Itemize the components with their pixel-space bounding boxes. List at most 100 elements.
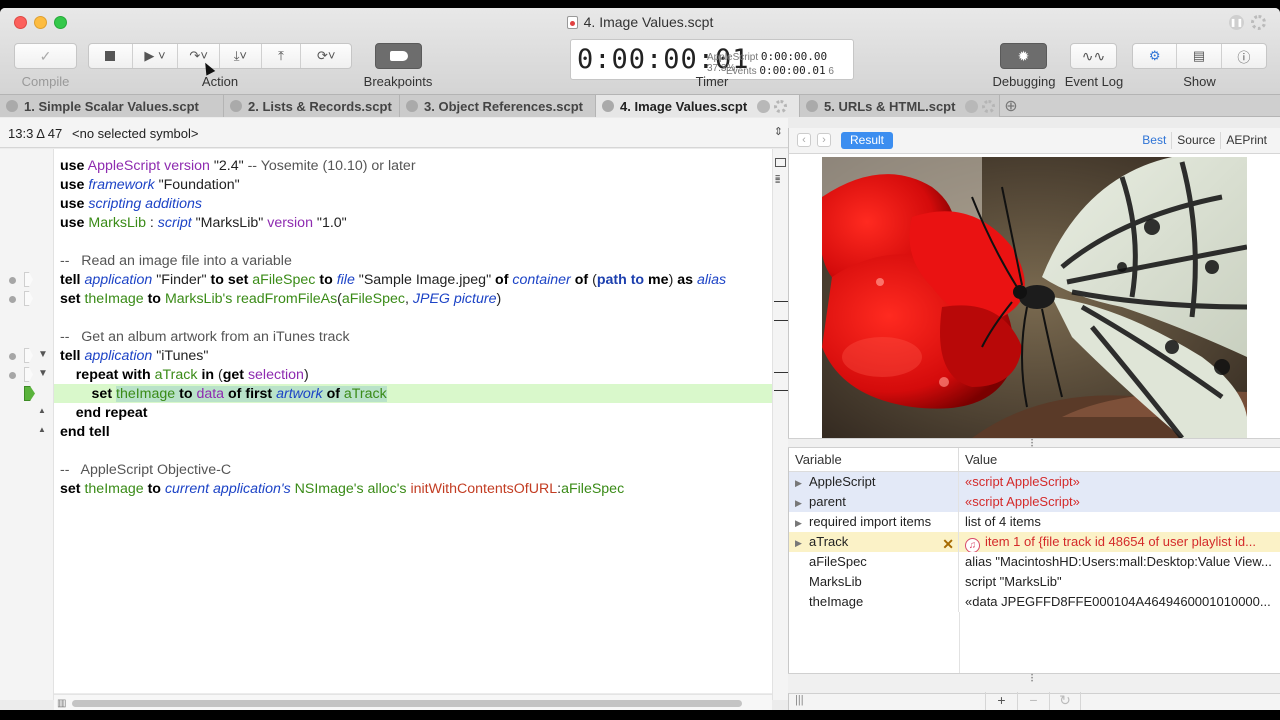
- tab-close-icon[interactable]: [406, 100, 418, 112]
- code-token: aFileSpec: [341, 291, 405, 307]
- view-mode-best[interactable]: Best: [1137, 132, 1171, 149]
- tab-close-icon[interactable]: [602, 100, 614, 112]
- value-column-header[interactable]: Value: [959, 448, 997, 471]
- outline-icon[interactable]: ≡ ≡: [775, 173, 786, 186]
- code-line[interactable]: repeat with aTrack in (get selection): [60, 366, 309, 385]
- tab-lists-records[interactable]: 2. Lists & Records.scpt: [224, 95, 400, 117]
- code-line[interactable]: set theImage to MarksLib's readFromFileA…: [60, 290, 501, 309]
- new-tab-button[interactable]: ⊕: [1000, 95, 1022, 117]
- unwatch-icon[interactable]: ✕: [942, 534, 954, 554]
- code-line[interactable]: use MarksLib : script "MarksLib" version…: [60, 214, 347, 233]
- result-tab-button[interactable]: Result: [841, 132, 894, 149]
- split-view-icon[interactable]: [775, 158, 786, 167]
- fold-disclosure-icon[interactable]: ▼: [38, 349, 48, 360]
- tab-close-icon[interactable]: [230, 100, 242, 112]
- breakpoint-slot[interactable]: [24, 348, 33, 363]
- show-library-button[interactable]: ▤: [1177, 44, 1222, 68]
- document-tab-bar: 1. Simple Scalar Values.scpt 2. Lists & …: [0, 95, 1280, 117]
- code-token: of: [574, 272, 589, 288]
- tab-close-icon[interactable]: [6, 100, 18, 112]
- step-out-button[interactable]: ⤒: [262, 44, 302, 68]
- tab-close-icon[interactable]: [806, 100, 818, 112]
- columns-icon[interactable]: |||: [795, 694, 804, 706]
- remove-variable-button[interactable]: −: [1017, 692, 1049, 710]
- panel-splitter[interactable]: • • •: [788, 673, 1280, 693]
- variable-row[interactable]: ▶ AppleScript «script AppleScript»: [789, 472, 1280, 492]
- step-into-button[interactable]: ⤓˅: [220, 44, 262, 68]
- code-line[interactable]: use scripting additions: [60, 195, 202, 214]
- scrollbar-knob[interactable]: [72, 700, 742, 707]
- repeat-button[interactable]: ⟳˅: [301, 44, 351, 68]
- event-log-button[interactable]: ∿∿: [1070, 43, 1117, 69]
- variable-row[interactable]: ▶ aTrack ✕ ♫ item 1 of {file track id 48654 …: [789, 532, 1280, 552]
- code-token: of first: [224, 386, 277, 402]
- show-settings-button[interactable]: ⚙: [1133, 44, 1178, 68]
- code-line[interactable]: end repeat: [60, 404, 148, 423]
- panel-splitter[interactable]: • • •: [788, 438, 1280, 450]
- editor-overview-ruler[interactable]: ≡ ≡: [772, 149, 788, 700]
- code-line[interactable]: tell application "iTunes": [60, 347, 208, 366]
- tab-label: 3. Object References.scpt: [424, 98, 583, 114]
- horizontal-scrollbar[interactable]: ▥: [54, 694, 772, 710]
- updown-chevron-icon[interactable]: ⇕: [774, 125, 783, 138]
- variable-row[interactable]: aFileSpec alias "MacintoshHD:Users:mall:D…: [789, 552, 1280, 572]
- back-arrow-icon[interactable]: ‹: [797, 133, 811, 147]
- forward-arrow-icon[interactable]: ›: [817, 133, 831, 147]
- pause-icon[interactable]: [757, 99, 771, 113]
- variable-name-cell: ▶ required import items: [789, 512, 959, 532]
- code-token: -- Yosemite (10.10) or later: [247, 158, 416, 174]
- code-line[interactable]: -- Get an album artwork from an iTunes t…: [60, 328, 350, 347]
- code-line[interactable]: set theImage to current application's NS…: [60, 480, 624, 499]
- run-button[interactable]: ▶ ˅: [133, 44, 179, 68]
- disclosure-triangle-icon[interactable]: ▶: [795, 473, 809, 493]
- debugging-button[interactable]: ✹: [1000, 43, 1047, 69]
- script-editor[interactable]: use AppleScript version "2.4" -- Yosemit…: [54, 149, 772, 693]
- code-line[interactable]: tell application "Finder" to set aFileSp…: [60, 271, 726, 290]
- fold-disclosure-icon[interactable]: ▼: [38, 368, 48, 379]
- refresh-variables-button[interactable]: ↻: [1049, 692, 1081, 710]
- compile-button[interactable]: ✓: [14, 43, 77, 69]
- code-line[interactable]: end tell: [60, 423, 110, 442]
- action-segmented-control: ▶ ˅ ↷˅ ⤓˅ ⤒ ⟳˅: [88, 43, 352, 69]
- code-token: "Sample Image.jpeg": [354, 272, 496, 288]
- code-line[interactable]: -- Read an image file into a variable: [60, 252, 292, 271]
- pause-icon[interactable]: ❚❚: [1229, 15, 1244, 30]
- pause-icon[interactable]: [965, 99, 979, 113]
- add-variable-button[interactable]: +: [985, 692, 1017, 710]
- variable-row[interactable]: ▶ parent «script AppleScript»: [789, 492, 1280, 512]
- variable-row[interactable]: MarksLib script "MarksLib": [789, 572, 1280, 592]
- current-execution-marker[interactable]: [24, 386, 35, 401]
- symbol-popup[interactable]: <no selected symbol>: [72, 126, 198, 141]
- variable-column-header[interactable]: Variable: [789, 448, 959, 471]
- tab-label: 2. Lists & Records.scpt: [248, 98, 392, 114]
- view-mode-source[interactable]: Source: [1171, 132, 1220, 149]
- tab-label: 4. Image Values.scpt: [620, 98, 748, 114]
- gears-icon: ⚙: [1148, 48, 1161, 63]
- columns-icon[interactable]: ▥: [57, 698, 66, 709]
- tab-image-values[interactable]: 4. Image Values.scpt: [596, 95, 800, 117]
- show-info-button[interactable]: ⓘ: [1222, 44, 1266, 68]
- disclosure-triangle-icon[interactable]: ▶: [795, 533, 809, 553]
- code-token: -- Get an album artwork from an iTunes t…: [60, 329, 350, 345]
- variable-name: parent: [809, 494, 846, 509]
- disclosure-triangle-icon[interactable]: ▶: [795, 513, 809, 533]
- step-over-button[interactable]: ↷˅: [178, 44, 221, 68]
- code-line-current[interactable]: set theImage to data of first artwork of…: [60, 385, 387, 404]
- step-into-icon: ⤓˅: [233, 48, 248, 63]
- code-line[interactable]: -- AppleScript Objective-C: [60, 461, 231, 480]
- breakpoints-button[interactable]: [375, 43, 422, 69]
- tab-urls-html[interactable]: 5. URLs & HTML.scpt: [800, 95, 1000, 117]
- disclosure-triangle-icon[interactable]: ▶: [795, 493, 809, 513]
- view-mode-aeprint[interactable]: AEPrint: [1220, 132, 1272, 149]
- stop-button[interactable]: [89, 44, 133, 68]
- tab-object-references[interactable]: 3. Object References.scpt: [400, 95, 596, 117]
- variable-row[interactable]: ▶ required import items list of 4 items: [789, 512, 1280, 532]
- tab-simple-scalar-values[interactable]: 1. Simple Scalar Values.scpt: [0, 95, 224, 117]
- breakpoint-slot[interactable]: [24, 272, 33, 287]
- variable-row[interactable]: theImage «data JPEGFFD8FFE000104A46494600…: [789, 592, 1280, 612]
- breakpoint-slot[interactable]: [24, 291, 33, 306]
- breakpoint-slot[interactable]: [24, 367, 33, 382]
- code-line[interactable]: use framework "Foundation": [60, 176, 240, 195]
- variable-value-cell: alias "MacintoshHD:Users:mall:Desktop:Va…: [959, 552, 1280, 572]
- code-line[interactable]: use AppleScript version "2.4" -- Yosemit…: [60, 157, 416, 176]
